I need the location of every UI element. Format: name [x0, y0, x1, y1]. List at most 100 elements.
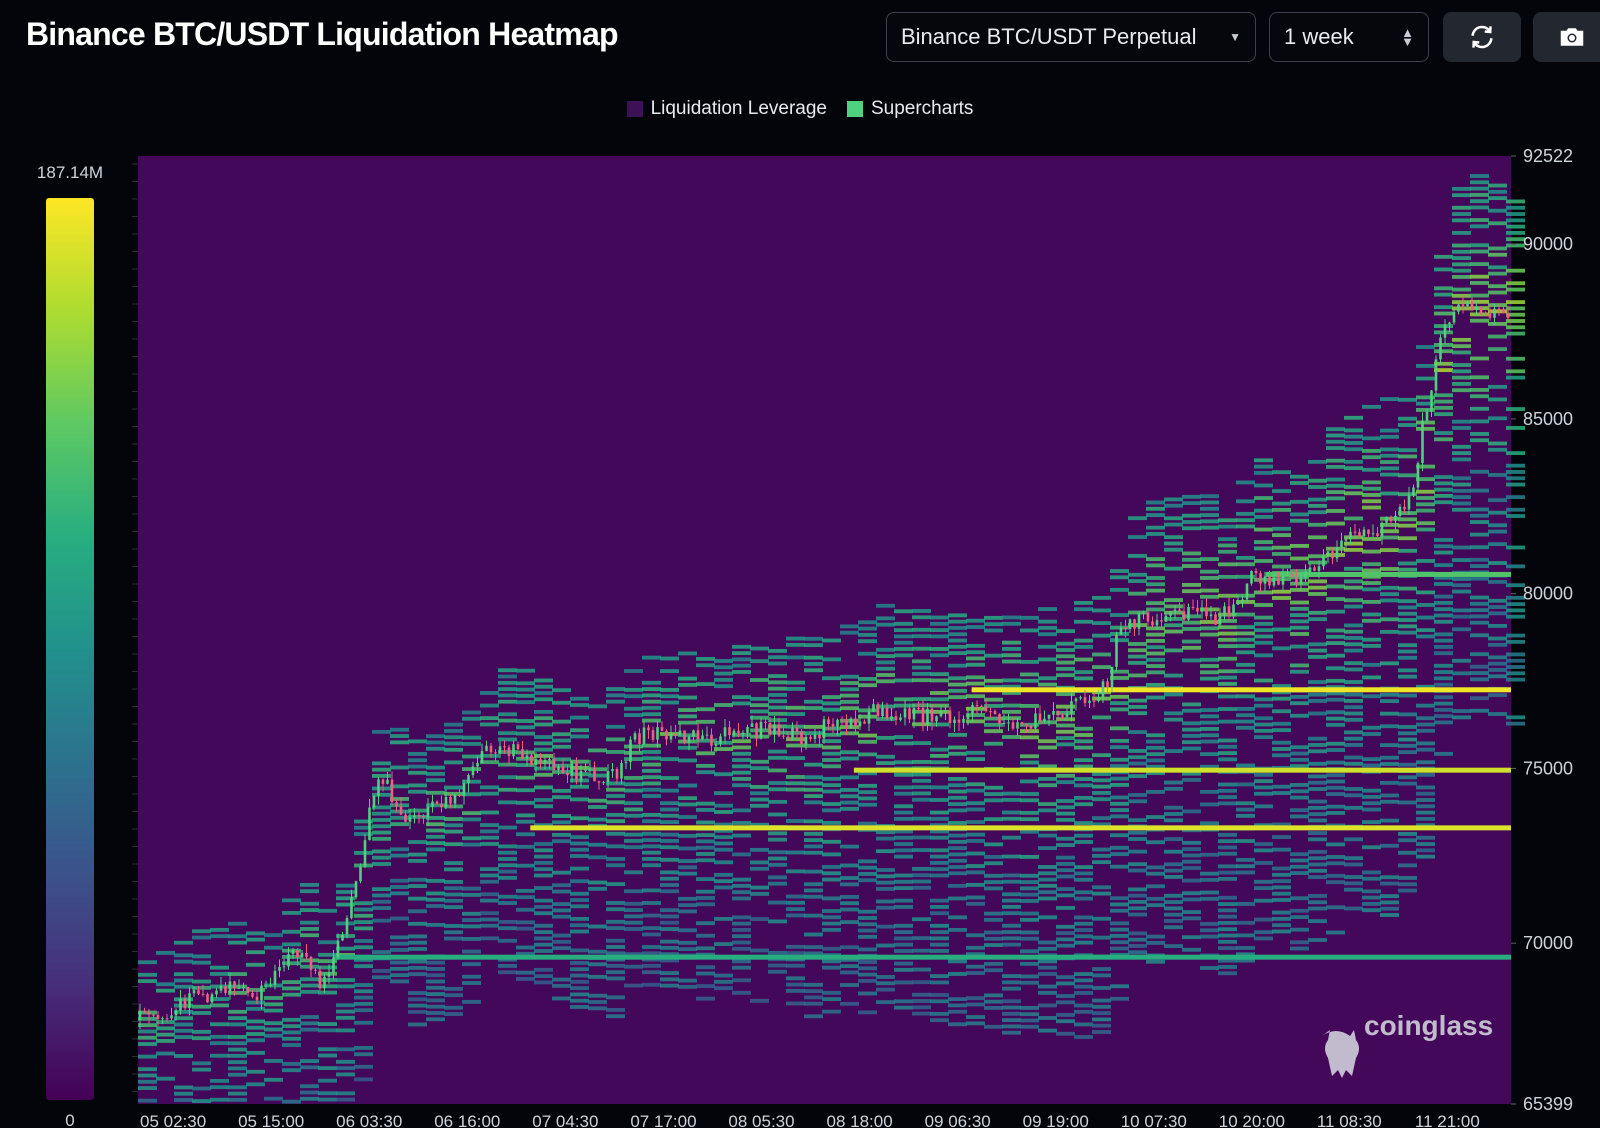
heatmap-band — [570, 816, 589, 821]
time-range-select[interactable]: 1 week ▲ ▼ — [1269, 12, 1429, 62]
heatmap-band — [1488, 605, 1507, 609]
heatmap-band — [1488, 523, 1507, 528]
heatmap-band — [1308, 875, 1327, 879]
heatmap-band — [1326, 521, 1345, 526]
heatmap-band — [876, 735, 895, 740]
heatmap-band — [894, 647, 913, 651]
refresh-button[interactable] — [1443, 12, 1521, 62]
heatmap-band — [1470, 199, 1489, 204]
heatmap-band — [732, 940, 751, 945]
heatmap-band — [1416, 496, 1435, 500]
heatmap-band — [1272, 872, 1291, 877]
legend-item-supercharts[interactable]: Supercharts — [846, 98, 973, 120]
heatmap-band — [948, 682, 967, 687]
heatmap-band — [1200, 720, 1219, 725]
heatmap-band — [732, 644, 751, 649]
heatmap-band — [1416, 559, 1435, 563]
heatmap-band — [1362, 788, 1381, 793]
candle-body — [926, 708, 929, 725]
screenshot-button[interactable] — [1533, 12, 1600, 62]
heatmap-band — [1506, 375, 1525, 380]
heatmap-band — [1038, 959, 1057, 964]
heatmap-band — [354, 964, 373, 969]
heatmap-band — [1398, 876, 1417, 880]
market-select[interactable]: Binance BTC/USDT Perpetual ▼ — [886, 12, 1256, 62]
heatmap-band — [840, 731, 859, 736]
heatmap-band — [876, 830, 895, 835]
heatmap-band — [246, 1032, 265, 1036]
heatmap-band — [1398, 838, 1417, 843]
heatmap-band — [642, 850, 661, 855]
heatmap-band — [1434, 651, 1453, 656]
candle-body — [1151, 621, 1154, 626]
heatmap-band — [1020, 729, 1039, 734]
legend-item-liquidation-leverage[interactable]: Liquidation Leverage — [626, 98, 827, 120]
heatmap-band — [534, 741, 553, 746]
heatmap-band — [1362, 467, 1381, 472]
candle-body — [521, 749, 524, 759]
heatmap-band — [1416, 634, 1435, 639]
heatmap-band — [1398, 737, 1417, 742]
heatmap-band — [1128, 579, 1147, 583]
heatmap-band — [678, 984, 697, 989]
heatmap-band — [1362, 455, 1381, 460]
heatmap-band — [894, 703, 913, 708]
heatmap-band — [1272, 564, 1291, 569]
candle-body — [935, 716, 938, 722]
heatmap-band — [516, 668, 535, 673]
heatmap-band — [1416, 603, 1435, 607]
heatmap-band — [1146, 739, 1165, 744]
candle-body — [642, 727, 646, 745]
heatmap-band — [678, 947, 697, 952]
heatmap-band — [1380, 397, 1399, 402]
heatmap-band — [336, 1028, 355, 1033]
heatmap-band — [552, 820, 571, 825]
heatmap-band — [948, 896, 967, 901]
heatmap-band — [192, 1067, 211, 1072]
heatmap-band — [1290, 713, 1309, 718]
candle-body — [1223, 606, 1226, 616]
heatmap-band — [1164, 874, 1183, 879]
heatmap-band — [372, 836, 391, 841]
candle-body — [1160, 620, 1163, 622]
heatmap-band — [732, 852, 751, 857]
heatmap-band — [570, 715, 589, 720]
heatmap-band — [1128, 849, 1147, 854]
heatmap-band — [1308, 787, 1327, 791]
heatmap-band — [138, 1029, 157, 1034]
heatmap-band — [912, 703, 931, 708]
heatmap-band — [534, 716, 553, 721]
heatmap-band — [714, 835, 733, 840]
candle-body — [795, 727, 799, 732]
heatmap-band — [912, 1011, 931, 1016]
heatmap-band — [1146, 525, 1165, 530]
heatmap-band — [570, 759, 589, 764]
heatmap-band — [1056, 893, 1075, 898]
heatmap-band — [1506, 281, 1525, 286]
heatmap-band — [930, 678, 949, 683]
heatmap-band — [1110, 738, 1129, 743]
heatmap-band — [1362, 895, 1381, 900]
heatmap-band — [228, 1016, 247, 1021]
heatmap-band — [1344, 648, 1363, 653]
heatmap-band — [210, 1078, 229, 1083]
heatmap-band — [408, 858, 427, 863]
candle-body — [1025, 723, 1028, 726]
candle-body — [584, 769, 587, 771]
heatmap-band — [876, 660, 895, 665]
heatmap-band — [660, 939, 679, 944]
heatmap-band — [912, 671, 931, 676]
heatmap-band — [894, 980, 913, 985]
heatmap-band — [822, 965, 841, 970]
heatmap-band — [426, 922, 445, 927]
heatmap-band — [1326, 792, 1345, 796]
heatmap-band — [228, 1047, 247, 1052]
heatmap-band — [1344, 547, 1363, 552]
heatmap-band — [498, 964, 517, 968]
heatmap-band — [1434, 399, 1453, 404]
heatmap-band — [1488, 196, 1507, 201]
heatmap-band — [768, 749, 787, 754]
heatmap-band — [336, 1003, 355, 1008]
heatmap-band — [1272, 910, 1291, 915]
heatmap-band — [930, 634, 949, 639]
